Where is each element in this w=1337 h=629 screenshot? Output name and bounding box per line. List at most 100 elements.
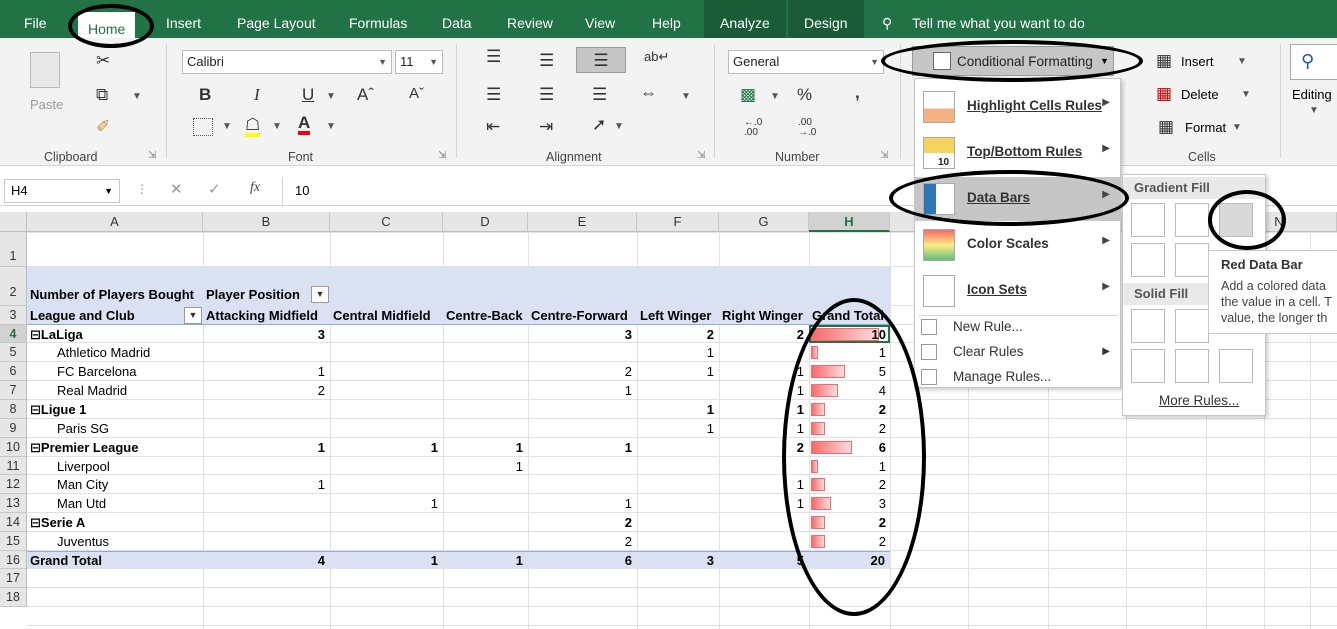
pivot-value-cell[interactable]: 2 xyxy=(637,326,714,344)
row-header-8[interactable]: 8 xyxy=(0,400,27,419)
format-cells-button[interactable]: Format xyxy=(1185,119,1226,137)
blue-gradient-databar[interactable] xyxy=(1131,203,1165,237)
tab-view[interactable]: View xyxy=(585,0,615,38)
column-header-g[interactable]: G xyxy=(719,212,809,232)
row-header-3[interactable]: 3 xyxy=(0,306,27,325)
editing-dropdown-icon[interactable]: ▼ xyxy=(1309,106,1319,116)
menu-item-highlight-cells-rules[interactable]: Highlight Cells Rules ▶ xyxy=(915,85,1120,129)
insert-cells-icon[interactable]: ▦ xyxy=(1156,52,1172,69)
more-rules-link[interactable]: More Rules... xyxy=(1159,393,1239,408)
pivot-value-cell[interactable]: 1 xyxy=(719,363,804,381)
purple-solid-databar[interactable] xyxy=(1219,349,1253,383)
editing-button[interactable]: Editing xyxy=(1292,86,1332,104)
row-header-10[interactable]: 10 xyxy=(0,438,27,457)
grand-total-cell[interactable]: 3 xyxy=(809,495,886,513)
align-center-icon[interactable]: ☰ xyxy=(539,86,554,103)
tab-analyze[interactable]: Analyze xyxy=(704,0,786,38)
pivot-value-cell[interactable]: 1 xyxy=(637,344,714,362)
cancel-icon[interactable]: ✕ xyxy=(170,180,183,198)
row-header-11[interactable]: 11 xyxy=(0,457,27,475)
font-launcher-icon[interactable]: ⇲ xyxy=(438,150,446,161)
menu-item-color-scales[interactable]: Color Scales ▶ xyxy=(915,223,1120,267)
percent-style-button[interactable]: % xyxy=(797,86,812,103)
pivot-value-cell[interactable]: 1 xyxy=(203,476,325,494)
row-header-14[interactable]: 14 xyxy=(0,513,27,532)
column-header-c[interactable]: C xyxy=(330,212,443,232)
align-right-icon[interactable]: ☰ xyxy=(592,86,607,103)
align-bottom-icon[interactable]: ☰ xyxy=(576,47,626,73)
grand-total-cell[interactable]: 4 xyxy=(809,382,886,400)
underline-dropdown-icon[interactable]: ▼ xyxy=(326,92,336,102)
red-gradient-databar[interactable] xyxy=(1219,203,1253,237)
pivot-value-cell[interactable]: 1 xyxy=(637,420,714,438)
tab-insert[interactable]: Insert xyxy=(166,0,201,38)
pivot-group-row[interactable]: ⊟Serie A xyxy=(30,514,85,532)
copy-dropdown-icon[interactable]: ▼ xyxy=(132,92,142,102)
row-header-5[interactable]: 5 xyxy=(0,343,27,362)
italic-button[interactable]: I xyxy=(254,86,260,103)
menu-item-new-rule[interactable]: New Rule... xyxy=(915,315,1120,340)
menu-item-data-bars[interactable]: Data Bars ▶ xyxy=(915,177,1120,221)
grand-total-value[interactable]: 6 xyxy=(528,552,632,570)
number-format-select[interactable]: General ▼ xyxy=(728,50,884,74)
fill-color-icon[interactable]: ☖ xyxy=(245,116,261,137)
row-header-1[interactable]: 1 xyxy=(0,232,27,267)
paste-icon[interactable] xyxy=(30,52,60,88)
column-header-h[interactable]: H xyxy=(809,212,890,232)
increase-indent-icon[interactable]: ⇥ xyxy=(539,118,553,135)
column-header-a[interactable]: A xyxy=(27,212,203,232)
number-launcher-icon[interactable]: ⇲ xyxy=(880,150,888,161)
pivot-group-row[interactable]: ⊟LaLiga xyxy=(30,326,83,344)
orange-solid-databar[interactable] xyxy=(1131,349,1165,383)
orange-gradient-databar[interactable] xyxy=(1131,243,1165,277)
increase-decimal-button[interactable]: ←.0 .00 xyxy=(744,118,762,138)
pivot-value-cell[interactable]: 2 xyxy=(719,439,804,457)
delete-dropdown-icon[interactable]: ▼ xyxy=(1241,90,1251,100)
underline-button[interactable]: U xyxy=(302,86,314,103)
font-family-select[interactable]: Calibri ▼ xyxy=(182,50,392,74)
grand-total-value[interactable]: 4 xyxy=(203,552,325,570)
grand-total-cell[interactable]: 1 xyxy=(809,458,886,476)
insert-dropdown-icon[interactable]: ▼ xyxy=(1237,57,1247,67)
tab-file[interactable]: File xyxy=(24,0,47,38)
delete-cells-icon[interactable]: ▦ xyxy=(1156,85,1172,102)
pivot-group-row[interactable]: ⊟Premier League xyxy=(30,439,138,457)
pivot-group-row[interactable]: ⊟Ligue 1 xyxy=(30,401,86,419)
wrap-text-icon[interactable]: ab↵ xyxy=(644,50,669,63)
row-header-13[interactable]: 13 xyxy=(0,494,27,513)
pivot-value-cell[interactable]: 1 xyxy=(203,439,325,457)
format-dropdown-icon[interactable]: ▼ xyxy=(1232,123,1242,133)
search-button[interactable]: ⚲ xyxy=(1290,44,1337,80)
pivot-value-cell[interactable]: 1 xyxy=(719,495,804,513)
accounting-format-icon[interactable]: ▩ xyxy=(740,86,756,103)
delete-cells-button[interactable]: Delete xyxy=(1181,86,1219,104)
pivot-value-cell[interactable]: 2 xyxy=(203,382,325,400)
grand-total-cell[interactable]: 2 xyxy=(809,514,886,532)
column-filter-dropdown[interactable]: ▼ xyxy=(311,286,329,303)
align-left-icon[interactable]: ☰ xyxy=(486,86,501,103)
menu-item-manage-rules[interactable]: Manage Rules... xyxy=(915,365,1120,390)
column-header-e[interactable]: E xyxy=(528,212,637,232)
align-middle-icon[interactable]: ☰ xyxy=(539,52,554,69)
green-gradient-databar[interactable] xyxy=(1175,203,1209,237)
row-header-9[interactable]: 9 xyxy=(0,419,27,438)
pivot-value-cell[interactable]: 1 xyxy=(330,495,438,513)
row-header-17[interactable]: 17 xyxy=(0,569,27,588)
menu-item-icon-sets[interactable]: Icon Sets ▶ xyxy=(915,269,1120,313)
orientation-dropdown-icon[interactable]: ▼ xyxy=(614,122,624,132)
grand-total-value[interactable]: 1 xyxy=(443,552,523,570)
select-all-corner[interactable] xyxy=(0,212,27,232)
merge-dropdown-icon[interactable]: ▼ xyxy=(681,92,691,102)
row-header-6[interactable]: 6 xyxy=(0,362,27,381)
comma-style-button[interactable]: , xyxy=(855,84,860,101)
grand-total-cell[interactable]: 1 xyxy=(809,344,886,362)
cut-icon[interactable]: ✂ xyxy=(96,52,110,69)
row-header-12[interactable]: 12 xyxy=(0,475,27,494)
pivot-value-cell[interactable]: 1 xyxy=(443,458,523,476)
tab-page-layout[interactable]: Page Layout xyxy=(237,0,316,38)
blue-solid-databar[interactable] xyxy=(1131,309,1165,343)
decrease-font-icon[interactable]: Aˇ xyxy=(409,86,424,101)
pivot-value-cell[interactable]: 1 xyxy=(528,382,632,400)
grand-total-value[interactable]: 5 xyxy=(719,552,804,570)
row-header-15[interactable]: 15 xyxy=(0,532,27,551)
